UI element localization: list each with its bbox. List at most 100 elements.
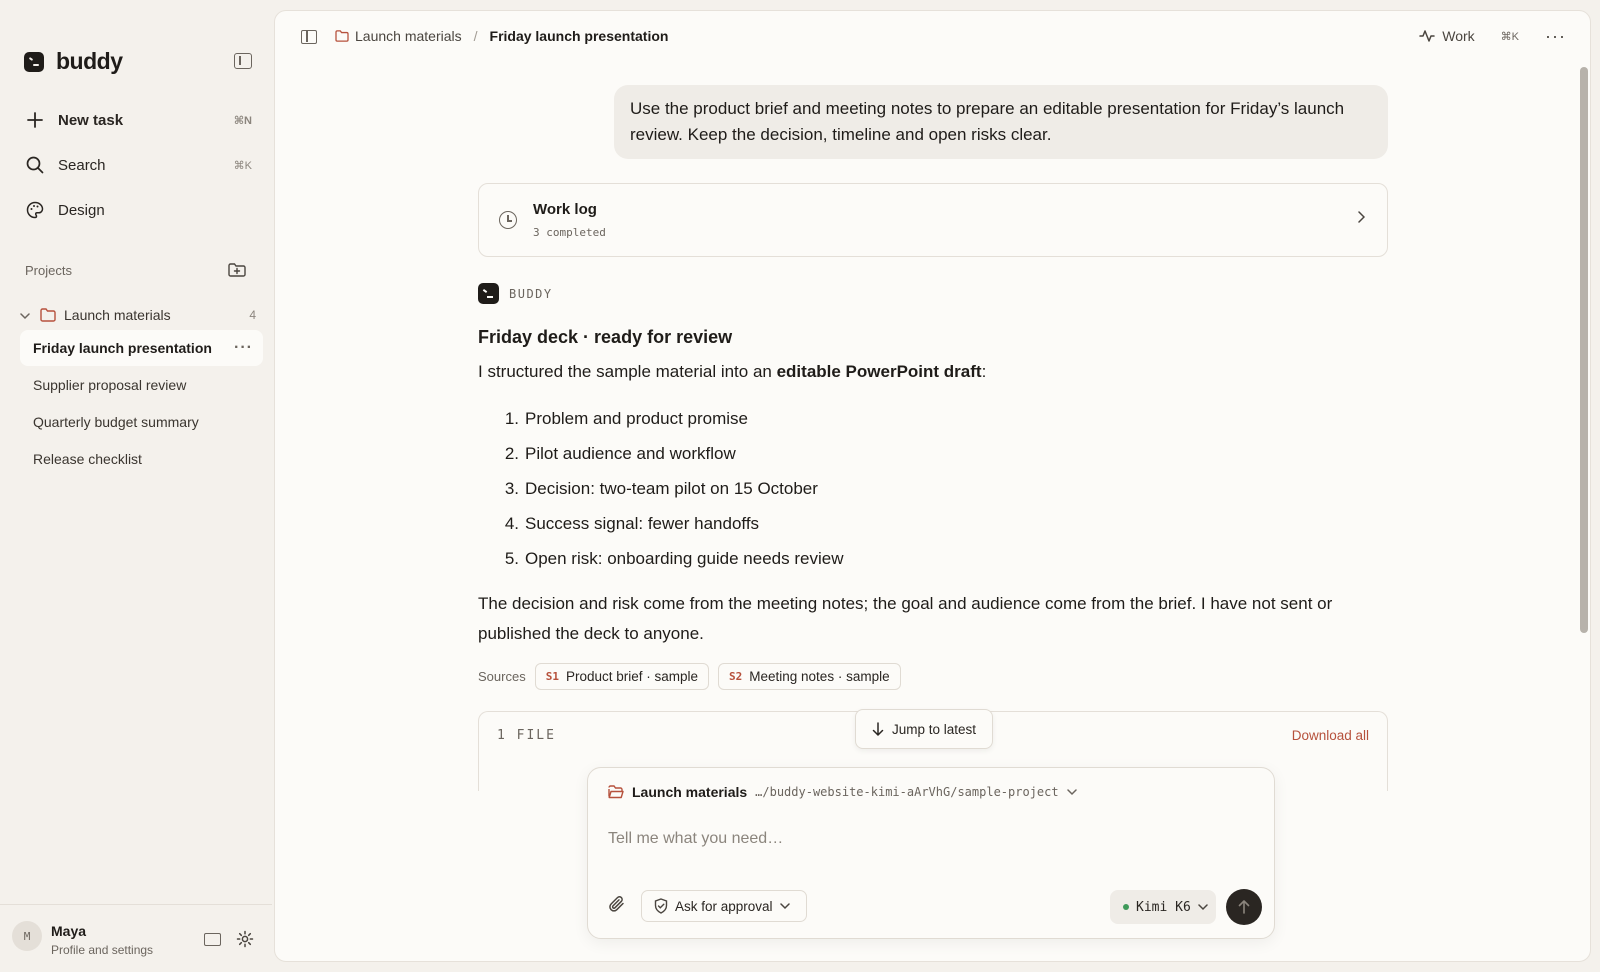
palette-icon [24, 199, 46, 221]
chevron-down-icon [779, 902, 790, 910]
profile-subtitle: Profile and settings [51, 943, 154, 957]
breadcrumb-separator: / [473, 28, 478, 44]
shield-check-icon [654, 898, 668, 914]
jump-label: Jump to latest [891, 721, 977, 737]
list-text: Open risk: onboarding guide needs review [525, 549, 844, 568]
task-item-release-checklist[interactable]: Release checklist [20, 441, 263, 477]
download-all-link[interactable]: Download all [1292, 728, 1369, 743]
avatar[interactable]: M [12, 921, 42, 951]
activity-icon [1419, 29, 1435, 43]
chevron-down-icon [1066, 788, 1077, 796]
breadcrumb: Launch materials / Friday launch present… [335, 28, 668, 44]
list-item: 3. Decision: two-team pilot on 15 October [478, 471, 843, 506]
list-item: 5. Open risk: onboarding guide needs revi… [478, 541, 844, 576]
chevron-down-icon [1198, 903, 1208, 911]
new-folder-icon[interactable] [228, 262, 246, 278]
breadcrumb-project[interactable]: Launch materials [355, 28, 462, 44]
projects-heading: Projects [25, 263, 72, 278]
brand[interactable]: buddy [24, 48, 123, 75]
reply-intro: I structured the sample material into an… [478, 362, 986, 382]
scrollbar[interactable] [1580, 67, 1588, 633]
plus-icon [24, 109, 46, 131]
search-label: Search [58, 156, 106, 174]
file-count: 1 FILE [497, 728, 556, 743]
new-task-label: New task [58, 111, 124, 129]
model-selector[interactable]: Kimi K6 [1110, 890, 1216, 924]
list-number: 5. [504, 549, 519, 568]
model-label: Kimi K6 [1136, 899, 1191, 915]
composer: Launch materials …/buddy-website-kimi-aA… [587, 767, 1275, 939]
collapse-sidebar-icon[interactable] [234, 53, 252, 69]
task-label: Release checklist [33, 451, 142, 467]
search-shortcut: ⌘K [233, 159, 252, 172]
search-icon [24, 154, 46, 176]
source-chip[interactable]: S2 Meeting notes · sample [718, 663, 901, 690]
work-button[interactable]: Work [1419, 28, 1475, 44]
composer-project-name: Launch materials [632, 784, 748, 800]
composer-path: …/buddy-website-kimi-aArVhG/sample-proje… [755, 785, 1059, 799]
more-options-icon[interactable]: ··· [234, 339, 253, 357]
agent-header: BUDDY [478, 283, 553, 304]
paperclip-icon[interactable] [608, 895, 626, 913]
design-button[interactable]: Design [24, 196, 252, 224]
reply-intro-end: : [981, 362, 987, 381]
chevron-down-icon[interactable] [20, 307, 32, 323]
breadcrumb-current: Friday launch presentation [489, 28, 669, 44]
profile-section[interactable]: M Maya Profile and settings [0, 904, 272, 972]
brand-name: buddy [56, 48, 123, 74]
list-text: Pilot audience and workflow [525, 444, 736, 463]
panel-toggle-icon[interactable] [301, 30, 317, 44]
reply-paragraph: The decision and risk come from the meet… [478, 594, 1333, 643]
topbar-actions: Work ⌘K ··· [1419, 27, 1566, 45]
source-label: Meeting notes · sample [749, 669, 890, 684]
new-task-button[interactable]: New task ⌘N [24, 106, 252, 134]
list-number: 1. [504, 409, 519, 428]
new-task-shortcut: ⌘N [233, 114, 252, 127]
sources-label: Sources [478, 669, 526, 684]
task-item-quarterly-budget-summary[interactable]: Quarterly budget summary [20, 404, 263, 440]
sidebar: buddy New task ⌘N Search ⌘K Design Proje… [0, 0, 272, 972]
approval-mode-dropdown[interactable]: Ask for approval [641, 890, 807, 922]
task-item-supplier-proposal-review[interactable]: Supplier proposal review [20, 367, 263, 403]
arrow-up-icon [1238, 900, 1250, 914]
send-button[interactable] [1226, 889, 1262, 925]
list-number: 2. [504, 444, 519, 463]
project-launch-materials[interactable]: Launch materials 4 [20, 304, 256, 326]
list-text: Problem and product promise [525, 409, 749, 428]
list-text: Decision: two-team pilot on 15 October [525, 479, 818, 498]
work-log-card[interactable]: Work log 3 completed [478, 183, 1388, 257]
command-shortcut[interactable]: ⌘K [1501, 30, 1519, 43]
reply-intro-bold: editable PowerPoint draft [776, 362, 982, 381]
work-label: Work [1442, 28, 1475, 44]
composer-project-selector[interactable]: Launch materials …/buddy-website-kimi-aA… [608, 784, 1077, 800]
list-item: 1. Problem and product promise [478, 401, 843, 436]
profile-name: Maya [51, 923, 87, 939]
project-name: Launch materials [64, 307, 171, 323]
buddy-logo-icon [478, 283, 499, 304]
gear-icon[interactable] [236, 930, 254, 948]
source-chip[interactable]: S1 Product brief · sample [534, 663, 710, 690]
task-item-friday-launch-presentation[interactable]: Friday launch presentation ··· [20, 330, 263, 366]
search-button[interactable]: Search ⌘K [24, 151, 252, 179]
keyboard-icon[interactable] [204, 933, 221, 946]
main-panel: Launch materials / Friday launch present… [274, 10, 1591, 962]
task-label: Friday launch presentation [33, 340, 212, 356]
task-label: Supplier proposal review [33, 377, 187, 393]
source-label: Product brief · sample [565, 669, 699, 684]
message-input[interactable] [608, 824, 1248, 854]
status-dot-icon [1123, 904, 1129, 910]
user-message: Use the product brief and meeting notes … [614, 85, 1388, 159]
more-options-icon[interactable]: ··· [1545, 27, 1566, 45]
reply-list: 1. Problem and product promise 2. Pilot au… [478, 401, 844, 576]
project-count: 4 [249, 308, 256, 322]
work-log-status: 3 completed [533, 226, 606, 239]
list-item: 4. Success signal: fewer handoffs [478, 506, 843, 541]
jump-to-latest-button[interactable]: Jump to latest [855, 709, 993, 749]
folder-icon [40, 308, 56, 322]
chevron-right-icon [1357, 210, 1366, 228]
arrow-down-icon [872, 722, 884, 736]
buddy-logo-icon [24, 51, 44, 72]
sources-row: Sources S1 Product brief · sample S2 Mee… [478, 663, 901, 690]
list-text: Success signal: fewer handoffs [525, 514, 760, 533]
reply-intro-text: I structured the sample material into an [478, 362, 777, 381]
